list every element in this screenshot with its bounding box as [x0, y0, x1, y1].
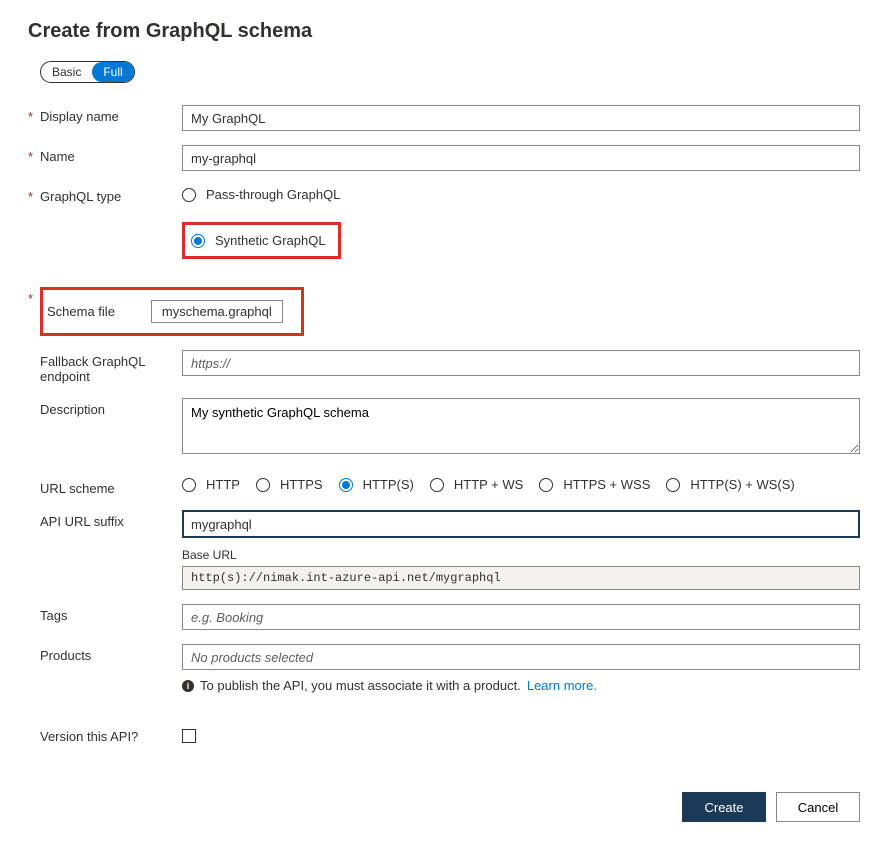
toggle-full[interactable]: Full [92, 62, 133, 82]
api-url-suffix-input[interactable] [182, 510, 860, 538]
radio-label: HTTP [206, 477, 240, 492]
radio-icon [256, 478, 270, 492]
display-name-label: Display name [40, 105, 182, 124]
schema-file-highlight: Schema file myschema.graphql [40, 287, 304, 336]
base-url-label: Base URL [182, 548, 860, 562]
graphql-type-label: GraphQL type [40, 185, 182, 204]
url-scheme-https-wss-radio[interactable]: HTTPS + WSS [539, 477, 650, 492]
products-input[interactable] [182, 644, 860, 670]
name-label: Name [40, 145, 182, 164]
url-scheme-https-radio[interactable]: HTTPS [256, 477, 323, 492]
radio-icon [191, 234, 205, 248]
radio-label: Pass-through GraphQL [206, 187, 340, 202]
description-label: Description [40, 398, 182, 417]
radio-icon [182, 188, 196, 202]
required-marker: * [28, 105, 40, 124]
fallback-endpoint-label: Fallback GraphQL endpoint [40, 350, 182, 384]
tags-label: Tags [40, 604, 182, 623]
graphql-type-synthetic-radio[interactable]: Synthetic GraphQL [191, 231, 326, 250]
schema-file-label: Schema file [47, 304, 115, 319]
required-marker: * [28, 145, 40, 164]
url-scheme-http-radio[interactable]: HTTP [182, 477, 240, 492]
basic-full-toggle[interactable]: Basic Full [40, 61, 135, 83]
api-url-suffix-label: API URL suffix [40, 510, 182, 529]
radio-icon [666, 478, 680, 492]
products-info-text: To publish the API, you must associate i… [200, 678, 521, 693]
description-input[interactable] [182, 398, 860, 454]
radio-label: HTTP + WS [454, 477, 523, 492]
synthetic-graphql-highlight: Synthetic GraphQL [182, 222, 341, 259]
url-scheme-label: URL scheme [40, 477, 182, 496]
graphql-type-passthrough-radio[interactable]: Pass-through GraphQL [182, 185, 860, 204]
required-marker: * [28, 185, 40, 204]
create-button[interactable]: Create [682, 792, 766, 822]
url-scheme-http-s-radio[interactable]: HTTP(S) [339, 477, 414, 492]
radio-label: Synthetic GraphQL [215, 233, 326, 248]
products-label: Products [40, 644, 182, 663]
radio-icon [430, 478, 444, 492]
radio-label: HTTP(S) [363, 477, 414, 492]
learn-more-link[interactable]: Learn more. [527, 678, 597, 693]
page-title: Create from GraphQL schema [28, 20, 860, 43]
display-name-input[interactable] [182, 105, 860, 131]
tags-input[interactable] [182, 604, 860, 630]
radio-label: HTTP(S) + WS(S) [690, 477, 794, 492]
radio-label: HTTPS + WSS [563, 477, 650, 492]
version-api-checkbox[interactable] [182, 729, 196, 743]
required-marker: * [28, 287, 40, 306]
radio-icon [182, 478, 196, 492]
toggle-basic[interactable]: Basic [41, 62, 92, 82]
info-icon: i [182, 680, 194, 692]
radio-icon [539, 478, 553, 492]
schema-file-chip[interactable]: myschema.graphql [151, 300, 283, 323]
name-input[interactable] [182, 145, 860, 171]
radio-label: HTTPS [280, 477, 323, 492]
cancel-button[interactable]: Cancel [776, 792, 860, 822]
fallback-endpoint-input[interactable] [182, 350, 860, 376]
url-scheme-http-ws-radio[interactable]: HTTP + WS [430, 477, 523, 492]
url-scheme-http-s-ws-s-radio[interactable]: HTTP(S) + WS(S) [666, 477, 794, 492]
base-url-value: http(s)://nimak.int-azure-api.net/mygrap… [182, 566, 860, 590]
version-api-label: Version this API? [40, 725, 182, 744]
radio-icon [339, 478, 353, 492]
